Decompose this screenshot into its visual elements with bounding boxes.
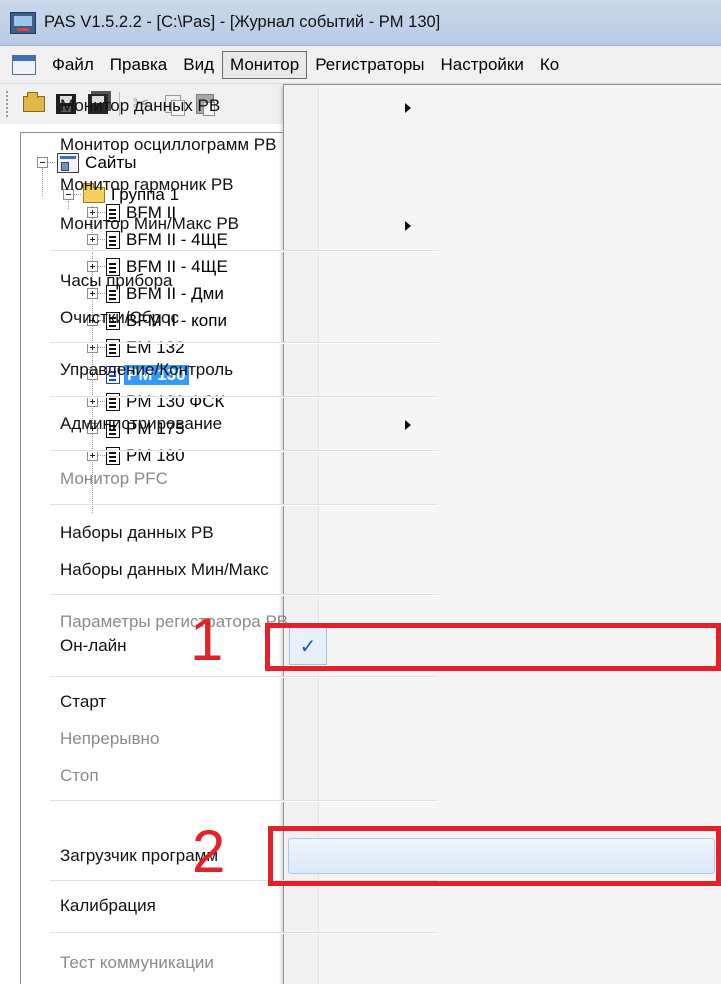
menu-separator xyxy=(50,504,438,506)
annotation-number-1: 1 xyxy=(190,606,224,673)
highlight-box-2 xyxy=(268,826,721,886)
menu-edit[interactable]: Правка xyxy=(102,51,175,79)
open-button[interactable] xyxy=(21,92,47,116)
menu-separator xyxy=(50,800,438,802)
menu-separator xyxy=(50,594,438,596)
menu-item-minmax-monitor[interactable]: Монитор Мин/Макс PB xyxy=(60,214,239,234)
submenu-arrow-icon xyxy=(405,221,411,231)
menu-item-administration[interactable]: Администрирование xyxy=(60,414,222,434)
app-icon xyxy=(10,11,36,34)
menu-settings[interactable]: Настройки xyxy=(433,51,532,79)
menu-item-recorder-params: Параметры регистратора PB xyxy=(60,612,289,631)
menu-item-data-sets[interactable]: Наборы данных PB xyxy=(60,523,214,543)
menu-separator xyxy=(50,676,438,678)
menu-item-continuous: Непрерывно xyxy=(60,729,160,748)
menu-item-clear-reset[interactable]: Очистки/Сброс xyxy=(60,308,179,328)
menu-separator xyxy=(50,250,438,252)
menu-separator xyxy=(50,396,438,398)
menu-item-data-monitor[interactable]: Монитор данных PB xyxy=(60,96,220,116)
collapse-icon[interactable] xyxy=(37,157,48,168)
menu-item-minmax-sets[interactable]: Наборы данных Мин/Макс xyxy=(60,560,269,580)
annotation-number-2: 2 xyxy=(192,818,226,885)
menu-bar: Файл Правка Вид Монитор Регистраторы Нас… xyxy=(0,46,721,84)
sites-icon xyxy=(57,152,79,173)
menu-item-pfc-monitor: Монитор PFC xyxy=(60,469,168,488)
submenu-arrow-icon xyxy=(405,103,411,113)
menu-item-online[interactable]: Он-лайн xyxy=(60,636,127,656)
highlight-box-1 xyxy=(265,623,721,671)
menu-recorders[interactable]: Регистраторы xyxy=(307,51,432,79)
tree-label: EM 132 xyxy=(126,337,185,357)
menu-file[interactable]: Файл xyxy=(44,51,102,79)
title-bar: PAS V1.5.2.2 - [C:\Pas] - [Журнал событи… xyxy=(0,0,721,46)
menu-monitor[interactable]: Монитор xyxy=(222,50,308,79)
document-window-icon[interactable] xyxy=(12,54,36,75)
submenu-arrow-icon xyxy=(405,420,411,430)
menu-item-control[interactable]: Управление/Контроль xyxy=(60,360,233,380)
window-title: PAS V1.5.2.2 - [C:\Pas] - [Журнал событи… xyxy=(44,13,441,31)
tree-device[interactable]: PM 180 xyxy=(87,442,185,469)
menu-item-comm-test: Тест коммуникации xyxy=(60,953,214,972)
tree-device[interactable]: PM 130 ФСК xyxy=(87,388,224,415)
tree-label: PM 130 ФСК xyxy=(126,391,225,411)
expand-icon[interactable] xyxy=(87,234,98,245)
menu-item-stop: Стоп xyxy=(60,766,99,785)
menu-separator xyxy=(50,932,438,934)
menu-item-device-clock[interactable]: Часы прибора xyxy=(60,271,172,291)
open-icon xyxy=(23,92,45,112)
menu-separator xyxy=(50,450,438,452)
menu-separator xyxy=(50,342,438,344)
menu-item-osc-monitor[interactable]: Монитор осциллограмм PB xyxy=(60,135,276,155)
menu-item-harmonics-monitor[interactable]: Монитор гармоник PB xyxy=(60,175,234,195)
tree-label: Сайты xyxy=(85,152,137,172)
tree-label: PM 180 xyxy=(126,445,185,465)
menu-truncated[interactable]: Ко xyxy=(532,51,567,79)
menu-view[interactable]: Вид xyxy=(175,51,222,79)
menu-item-start[interactable]: Старт xyxy=(60,692,106,712)
toolbar-grip[interactable] xyxy=(6,91,11,117)
menu-item-calibration[interactable]: Калибрация xyxy=(60,896,156,916)
tree-device[interactable]: EM 132 xyxy=(87,334,185,361)
